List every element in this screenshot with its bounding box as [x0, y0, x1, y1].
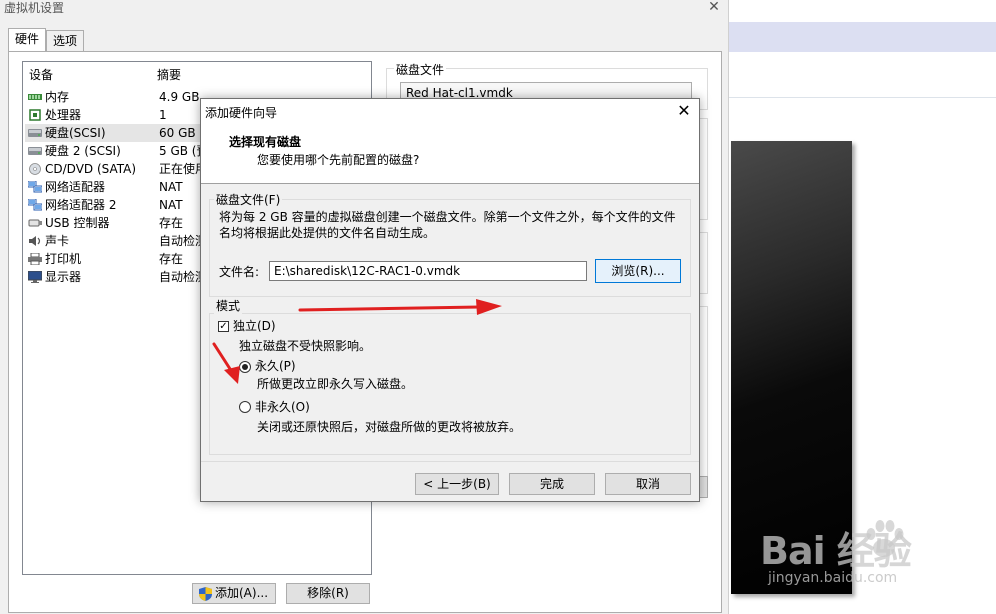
- device-summary: 存在: [159, 252, 184, 266]
- wizard-subheading: 您要使用哪个先前配置的磁盘?: [257, 153, 420, 167]
- window-title: 虚拟机设置: [4, 1, 65, 15]
- processor-icon: [29, 109, 41, 121]
- hard-disk-icon: [28, 129, 42, 137]
- uac-shield-icon: [199, 587, 212, 601]
- device-name: 显示器: [45, 270, 82, 284]
- watermark: Bai 经验 jingyan.baidu.com: [760, 520, 950, 590]
- background-toolbar: [728, 22, 996, 52]
- remove-hardware-button[interactable]: 移除(R): [286, 583, 370, 604]
- add-hardware-button[interactable]: 添加(A)...: [192, 583, 276, 604]
- independent-description: 独立磁盘不受快照影响。: [239, 339, 372, 353]
- browse-button[interactable]: 浏览(R)...: [595, 259, 681, 283]
- speaker-icon: [29, 236, 41, 246]
- device-name: 硬盘(SCSI): [45, 126, 106, 140]
- filename-input[interactable]: E:\sharedisk\12C-RAC1-0.vmdk: [269, 261, 587, 281]
- close-icon[interactable]: ✕: [706, 0, 722, 15]
- nonpersistent-label[interactable]: 非永久(O): [255, 399, 310, 415]
- wizard-title: 添加硬件向导: [205, 106, 278, 120]
- usb-icon: [28, 219, 42, 227]
- printer-icon: [28, 253, 42, 265]
- device-name: CD/DVD (SATA): [45, 162, 137, 176]
- network-adapter-icon: [28, 181, 42, 193]
- nonpersistent-description: 关闭或还原快照后，对磁盘所做的更改将被放弃。: [257, 420, 522, 434]
- independent-checkbox[interactable]: ✓: [218, 321, 229, 332]
- mode-legend: 模式: [214, 297, 243, 314]
- filename-label: 文件名:: [219, 265, 260, 279]
- independent-label[interactable]: 独立(D): [233, 318, 276, 334]
- memory-icon: [28, 94, 42, 100]
- device-name: 打印机: [45, 252, 82, 266]
- monitor-icon: [28, 271, 42, 283]
- column-header-summary[interactable]: 摘要: [157, 66, 181, 84]
- add-hardware-label: 添加(A)...: [215, 586, 269, 600]
- watermark-url: jingyan.baidu.com: [768, 570, 898, 586]
- device-name: 网络适配器 2: [45, 198, 117, 212]
- column-header-device[interactable]: 设备: [29, 66, 53, 84]
- device-summary: NAT: [159, 198, 183, 212]
- device-name: 内存: [45, 90, 70, 104]
- close-icon[interactable]: ✕: [675, 102, 693, 120]
- device-summary: 存在: [159, 216, 184, 230]
- annotation-arrow-down: [212, 342, 240, 384]
- disk-file-description-1: 将为每 2 GB 容量的虚拟磁盘创建一个磁盘文件。除第一个文件之外，每个文件的文…: [219, 210, 676, 224]
- device-name: USB 控制器: [45, 216, 110, 230]
- disk-file-description-2: 名均将根据此处提供的文件名自动生成。: [219, 226, 436, 240]
- disk-file-group-label: 磁盘文件: [394, 61, 447, 78]
- annotation-arrow-right: [298, 299, 502, 315]
- wizard-titlebar: 添加硬件向导 ✕: [201, 99, 699, 125]
- tab-options[interactable]: 选项: [46, 30, 84, 51]
- network-adapter-icon: [28, 199, 42, 211]
- device-summary: 4.9 GB: [159, 90, 200, 104]
- device-name: 处理器: [45, 108, 82, 122]
- paw-icon: [866, 520, 904, 557]
- hard-disk-icon: [28, 147, 42, 155]
- finish-button[interactable]: 完成: [509, 473, 595, 495]
- device-name: 网络适配器: [45, 180, 106, 194]
- persistent-label[interactable]: 永久(P): [255, 358, 296, 374]
- wizard-header: 选择现有磁盘 您要使用哪个先前配置的磁盘?: [201, 125, 699, 184]
- device-summary: NAT: [159, 180, 183, 194]
- cd-dvd-icon: [29, 163, 41, 175]
- tab-hardware[interactable]: 硬件: [8, 28, 46, 51]
- device-name: 声卡: [45, 234, 70, 248]
- device-summary: 60 GB: [159, 126, 196, 140]
- back-button[interactable]: < 上一步(B): [415, 473, 499, 495]
- disk-file-legend: 磁盘文件(F): [214, 191, 283, 208]
- cancel-button[interactable]: 取消: [605, 473, 691, 495]
- device-name: 硬盘 2 (SCSI): [45, 144, 121, 158]
- device-summary: 1: [159, 108, 167, 122]
- background-divider: [728, 97, 996, 98]
- persistent-description: 所做更改立即永久写入磁盘。: [257, 377, 414, 391]
- wizard-footer-divider: [201, 461, 699, 462]
- wizard-heading: 选择现有磁盘: [229, 135, 302, 149]
- nonpersistent-radio[interactable]: [239, 401, 251, 413]
